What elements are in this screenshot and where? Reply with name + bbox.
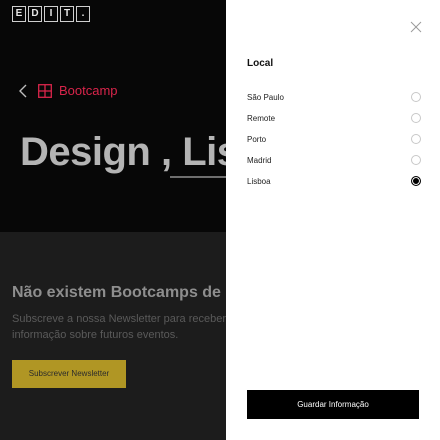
location-option[interactable]: Remote	[247, 113, 421, 135]
title-underline	[170, 176, 230, 178]
option-label: Lisboa	[247, 177, 271, 186]
save-button[interactable]: Guardar Informação	[247, 390, 419, 419]
empty-state-text-line: Subscreve a nossa Newsletter para recebe…	[12, 313, 238, 325]
radio-button[interactable]	[411, 113, 421, 123]
subscribe-newsletter-button[interactable]: Subscrever Newsletter	[12, 360, 126, 388]
option-label: Remote	[247, 114, 276, 123]
location-options: São Paulo Remote Porto Madrid Lisboa	[247, 92, 421, 198]
grid-icon	[38, 84, 52, 98]
logo-letter: .	[76, 6, 90, 22]
radio-button[interactable]	[411, 176, 421, 186]
logo-letter: D	[28, 6, 42, 22]
location-option[interactable]: Lisboa	[247, 176, 421, 198]
option-label: São Paulo	[247, 93, 284, 102]
filter-drawer: Local São Paulo Remote Porto Madrid Lisb…	[226, 0, 440, 440]
radio-button[interactable]	[411, 134, 421, 144]
option-label: Madrid	[247, 156, 272, 165]
radio-button[interactable]	[411, 155, 421, 165]
logo-letter: T	[60, 6, 74, 22]
location-option[interactable]: São Paulo	[247, 92, 421, 114]
radio-button[interactable]	[411, 92, 421, 102]
location-option[interactable]: Porto	[247, 134, 421, 156]
location-option[interactable]: Madrid	[247, 155, 421, 177]
breadcrumb-bootcamp[interactable]: Bootcamp	[59, 83, 118, 99]
close-icon[interactable]	[410, 21, 422, 33]
chevron-left-icon[interactable]	[18, 84, 28, 98]
drawer-title: Local	[247, 58, 274, 69]
edit-logo[interactable]: E D I T .	[12, 6, 90, 22]
empty-state-text: Subscreve a nossa Newsletter para recebe…	[12, 311, 242, 343]
logo-letter: I	[44, 6, 58, 22]
empty-state-text-line: informação sobre futuros eventos.	[12, 329, 179, 341]
logo-letter: E	[12, 6, 26, 22]
option-label: Porto	[247, 135, 267, 144]
